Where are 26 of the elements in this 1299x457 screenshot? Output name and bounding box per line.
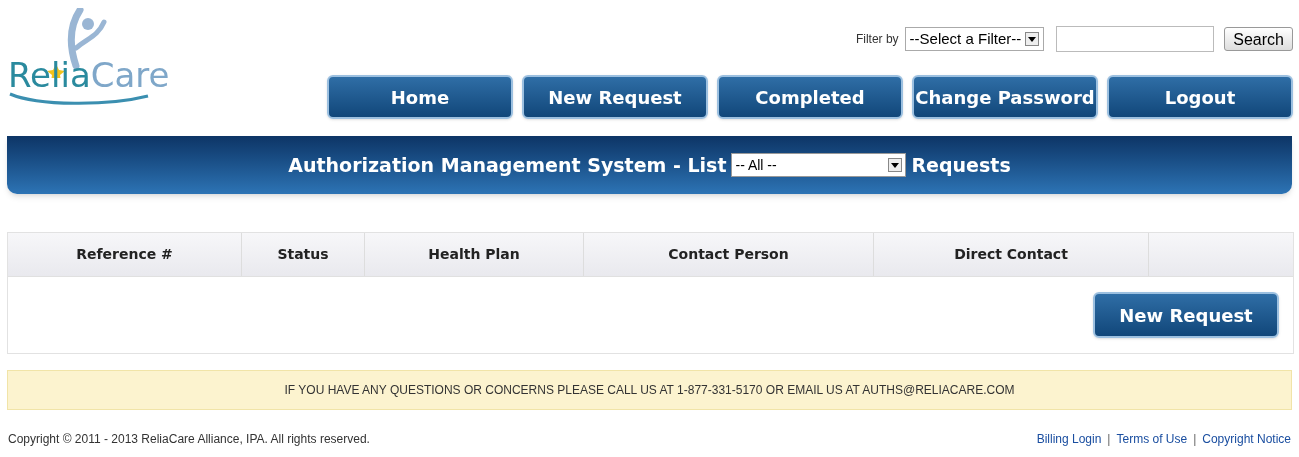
column-header: Reference # <box>8 233 242 276</box>
search-field[interactable] <box>1056 26 1215 52</box>
column-header: Direct Contact <box>874 233 1149 276</box>
request-filter-select[interactable]: -- All -- <box>731 153 907 177</box>
notice-text: IF YOU HAVE ANY QUESTIONS OR CONCERNS PLEASE CALL US AT 1-877-331-5170 OR EMAIL US AT AUTHS@RELIACARE.COM <box>284 382 1015 399</box>
logo-text: ReliaCare <box>8 58 171 92</box>
filter-label: Filter by <box>855 31 899 48</box>
nav-button[interactable]: New Request <box>522 75 708 119</box>
new-request-button[interactable]: New Request <box>1093 292 1279 338</box>
column-header: Health Plan <box>365 233 584 276</box>
nav-button[interactable]: Change Password <box>912 75 1098 119</box>
nav-button[interactable]: Completed <box>717 75 903 119</box>
footer-separator: | <box>1193 431 1197 448</box>
footer-link[interactable]: Billing Login <box>1036 430 1102 448</box>
column-header: Status <box>242 233 365 276</box>
footer-link[interactable]: Terms of Use <box>1116 430 1188 448</box>
nav-button[interactable]: Home <box>327 75 513 119</box>
footer-link[interactable]: Copyright Notice <box>1202 430 1291 448</box>
banner-suffix: Requests <box>911 152 1011 178</box>
nav-button[interactable]: Logout <box>1107 75 1293 119</box>
banner-title: Authorization Management System - List <box>288 152 727 178</box>
footer-separator: | <box>1107 431 1111 448</box>
search-button[interactable]: Search <box>1224 27 1293 51</box>
filter-select[interactable]: --Select a Filter-- <box>904 27 1045 51</box>
column-header: Contact Person <box>584 233 874 276</box>
copyright-text: Copyright © 2011 - 2013 ReliaCare Alliance, IPA. All rights reserved. <box>8 431 370 448</box>
